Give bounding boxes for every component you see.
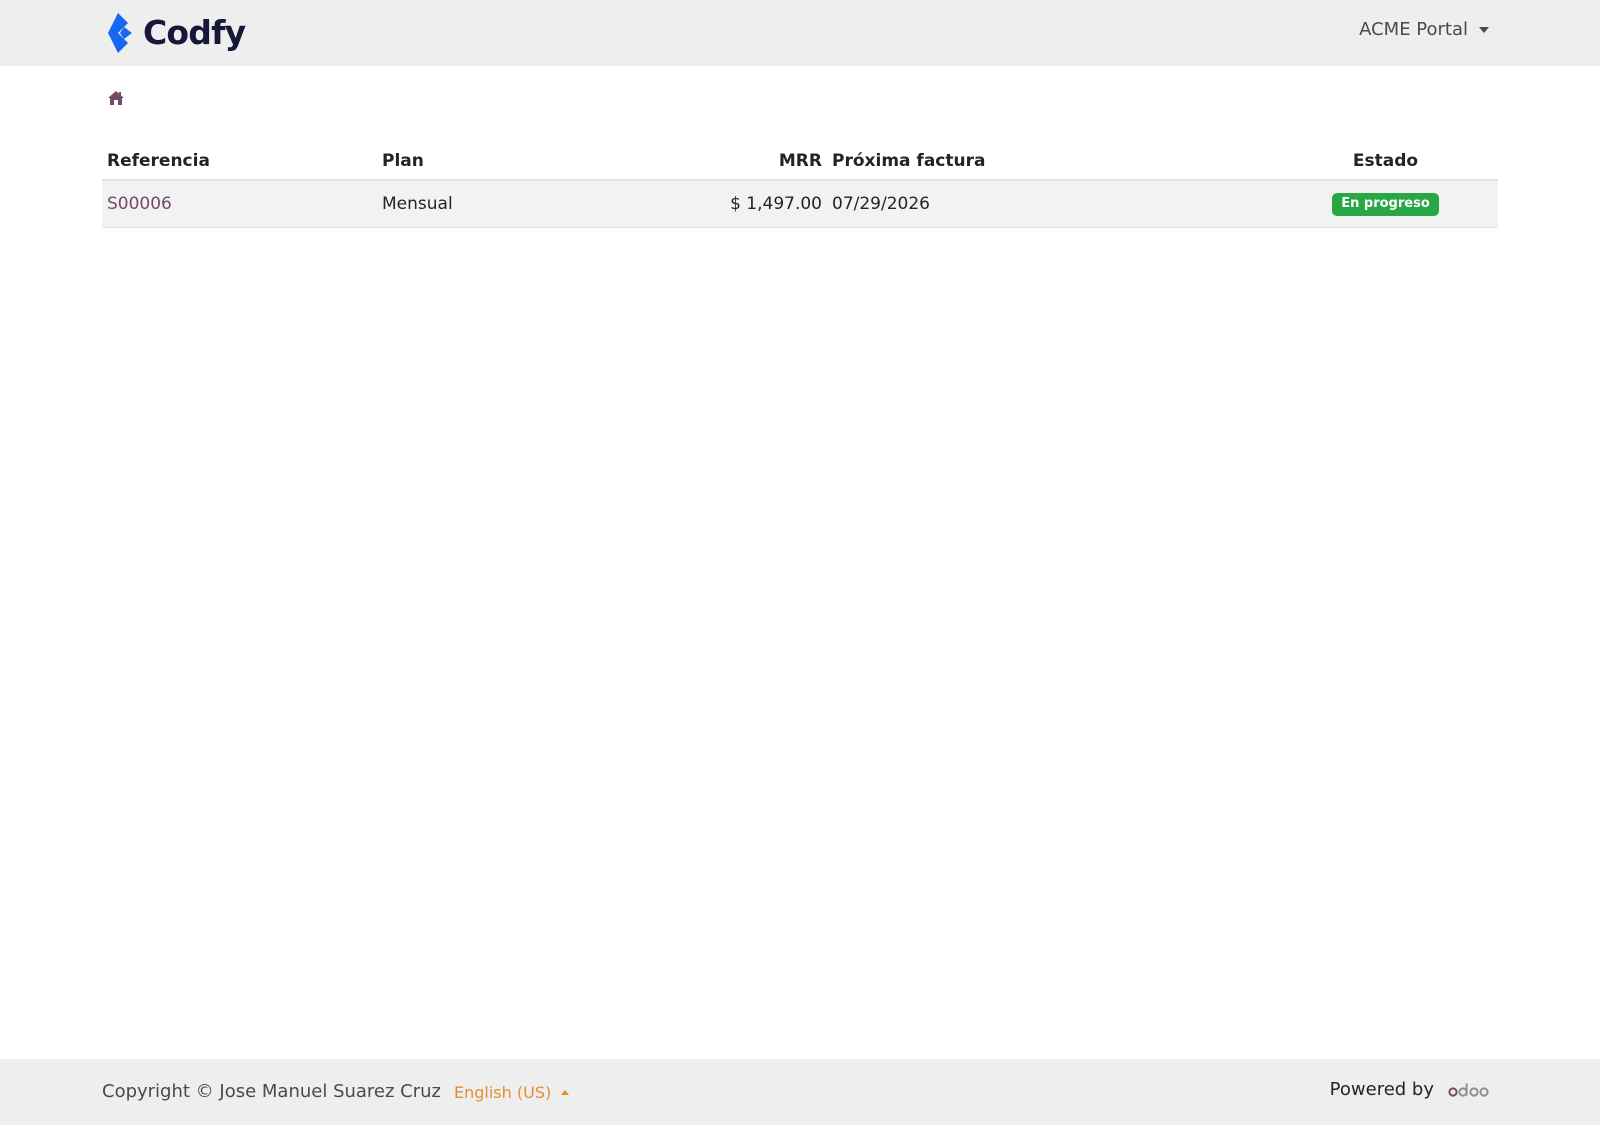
portal-user-dropdown[interactable]: ACME Portal <box>1359 19 1489 40</box>
table-row[interactable]: S00006 Mensual $ 1,497.00 07/29/2026 En … <box>102 180 1498 228</box>
odoo-logo-icon[interactable] <box>1448 1082 1490 1098</box>
chevron-up-icon <box>561 1090 570 1095</box>
cell-plan: Mensual <box>377 180 587 228</box>
status-badge: En progreso <box>1332 192 1439 216</box>
column-header-plan: Plan <box>377 142 587 181</box>
column-header-state: Estado <box>1273 142 1498 181</box>
chevron-down-icon <box>1479 26 1489 33</box>
powered-by: Powered by <box>1330 1079 1490 1100</box>
top-navbar: Codfy ACME Portal <box>0 0 1600 66</box>
cell-reference: S00006 <box>102 180 377 228</box>
cell-mrr: $ 1,497.00 <box>587 180 827 228</box>
subscription-reference-link[interactable]: S00006 <box>107 194 172 214</box>
home-icon <box>108 91 124 105</box>
copyright-text: Copyright © Jose Manuel Suarez Cruz <box>102 1081 442 1102</box>
language-selector[interactable]: English (US) <box>454 1083 570 1102</box>
codfy-logo-icon <box>108 13 132 53</box>
brand-logo[interactable]: Codfy <box>102 12 246 54</box>
column-header-next-invoice: Próxima factura <box>827 142 1273 181</box>
language-label: English (US) <box>454 1083 552 1102</box>
portal-page: Codfy ACME Portal Referencia Plan MRR Pr… <box>0 0 1600 1125</box>
table-header-row: Referencia Plan MRR Próxima factura Esta… <box>102 142 1498 181</box>
column-header-reference: Referencia <box>102 142 377 181</box>
cell-next-invoice: 07/29/2026 <box>827 180 1273 228</box>
cell-state: En progreso <box>1273 180 1498 228</box>
column-header-mrr: MRR <box>587 142 827 181</box>
brand-name: Codfy <box>143 13 246 52</box>
portal-menu-label: ACME Portal <box>1359 19 1468 40</box>
breadcrumb[interactable] <box>107 89 125 107</box>
powered-by-text: Powered by <box>1329 1079 1434 1100</box>
footer: Copyright © Jose Manuel Suarez Cruz Engl… <box>0 1059 1600 1125</box>
subscriptions-table: Referencia Plan MRR Próxima factura Esta… <box>102 142 1498 228</box>
